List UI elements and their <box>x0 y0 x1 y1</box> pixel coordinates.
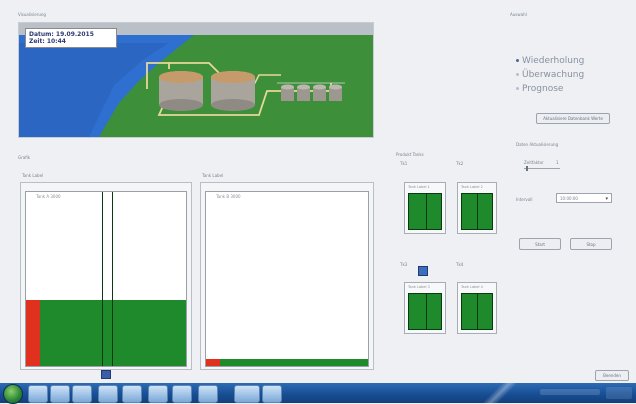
small-tank-2: Tank Label 2 <box>457 182 497 234</box>
option-prognose[interactable]: Prognose <box>516 84 563 94</box>
tank-b-gauge: Tank B 3000 <box>205 191 369 367</box>
word-icon[interactable] <box>122 385 142 403</box>
product-tanks-title: Produkt Tanks <box>396 152 424 157</box>
radio-icon <box>516 73 519 76</box>
radio-selected-icon <box>516 59 519 62</box>
small-tank-label-2: Tk2 <box>456 161 464 166</box>
tank-b-title: Tank Label <box>202 173 224 178</box>
option-label: Wiederholung <box>522 56 585 66</box>
tank-b-warning-bar <box>206 359 220 366</box>
clock-area[interactable] <box>606 387 632 399</box>
tank-a-warning-bar <box>26 299 40 366</box>
option-ueberwachung[interactable]: Überwachung <box>516 70 584 80</box>
tank-a-level-fill <box>26 299 186 366</box>
options-header: Auswahl <box>510 12 527 17</box>
visualization-title: Visualisierung <box>18 12 46 17</box>
tank-a-inner-label: Tank A 3000 <box>36 194 61 199</box>
option-label: Überwachung <box>522 70 585 80</box>
option-wiederholung[interactable]: Wiederholung <box>516 56 584 66</box>
small-tank-label-3: Tk3 <box>400 262 408 267</box>
scroll-handle-b[interactable] <box>418 266 428 276</box>
small-tank-3: Tank Label 3 <box>404 282 446 334</box>
small-tank-label-4: Tk4 <box>456 262 464 267</box>
time-factor-slider-track[interactable] <box>524 168 560 169</box>
small-tank-4: Tank Label 4 <box>457 282 497 334</box>
explorer-icon[interactable] <box>148 385 168 403</box>
start-button[interactable]: Start <box>519 238 561 250</box>
exit-button[interactable]: Beenden <box>595 370 629 381</box>
small-tank-label-1: Tk1 <box>400 161 408 166</box>
interval-select[interactable]: 10:00:00 ▾ <box>556 193 612 203</box>
system-tray[interactable] <box>540 389 600 395</box>
taskbar-glare <box>470 383 530 403</box>
tank-b-inner-label: Tank B 3000 <box>216 194 241 199</box>
app4-icon[interactable] <box>234 385 260 403</box>
small-tank-divider <box>426 194 427 229</box>
time-text: Zeit: 10:44 <box>29 38 66 45</box>
tank-a-gauge: Tank A 3000 <box>25 191 187 367</box>
small-tank-divider <box>477 194 478 229</box>
stop-button[interactable]: Stop <box>570 238 612 250</box>
small-tank-4-label: Tank Label 4 <box>461 285 483 289</box>
media-icon[interactable] <box>72 385 92 403</box>
plant-3d-view: Datum: 19.09.2015 Zeit: 10:44 <box>18 22 374 138</box>
app3-icon[interactable] <box>198 385 218 403</box>
time-factor-label: Zeitfaktor <box>524 160 544 165</box>
small-tank-divider <box>426 294 427 329</box>
folder-icon[interactable] <box>50 385 70 403</box>
small-tank-1-fill <box>408 193 442 230</box>
tank-a-divider <box>102 192 103 366</box>
small-tank-divider <box>477 294 478 329</box>
datetime-display: Datum: 19.09.2015 Zeit: 10:44 <box>25 28 117 48</box>
time-factor-slider-thumb[interactable] <box>526 166 528 171</box>
tank-a-divider <box>112 192 113 366</box>
windows-taskbar <box>0 383 636 404</box>
tank-a-panel: Tank A 3000 <box>20 182 192 370</box>
ie-icon[interactable] <box>28 385 48 403</box>
small-tank-4-fill <box>461 293 493 330</box>
tank-b-panel: Tank B 3000 <box>200 182 374 370</box>
tank-a-title: Tank Label <box>22 173 44 178</box>
small-tank-3-fill <box>408 293 442 330</box>
small-tank-1-label: Tank Label 1 <box>408 185 430 189</box>
radio-icon <box>516 87 519 90</box>
data-update-header: Daten Aktualisierung <box>516 142 559 147</box>
interval-select-value: 10:00:00 <box>560 196 578 201</box>
date-text: Datum: 19.09.2015 <box>29 31 94 38</box>
app-icon[interactable] <box>98 385 118 403</box>
small-tank-3-label: Tank Label 3 <box>408 285 430 289</box>
app2-icon[interactable] <box>172 385 192 403</box>
update-database-button[interactable]: Aktualisiere Datenbank Werte <box>536 113 610 124</box>
app5-icon[interactable] <box>262 385 282 403</box>
time-factor-value[interactable]: 1 <box>556 160 559 165</box>
small-tank-1: Tank Label 1 <box>404 182 446 234</box>
section-label: Grafik <box>18 155 31 160</box>
scroll-handle-a[interactable] <box>101 370 111 379</box>
chevron-down-icon: ▾ <box>605 196 608 202</box>
tank-b-level-fill <box>206 359 368 366</box>
start-orb-icon[interactable] <box>3 384 23 404</box>
small-tank-2-fill <box>461 193 493 230</box>
interval-label: Intervall <box>516 197 533 202</box>
option-label: Prognose <box>522 84 564 94</box>
small-tank-2-label: Tank Label 2 <box>461 185 483 189</box>
